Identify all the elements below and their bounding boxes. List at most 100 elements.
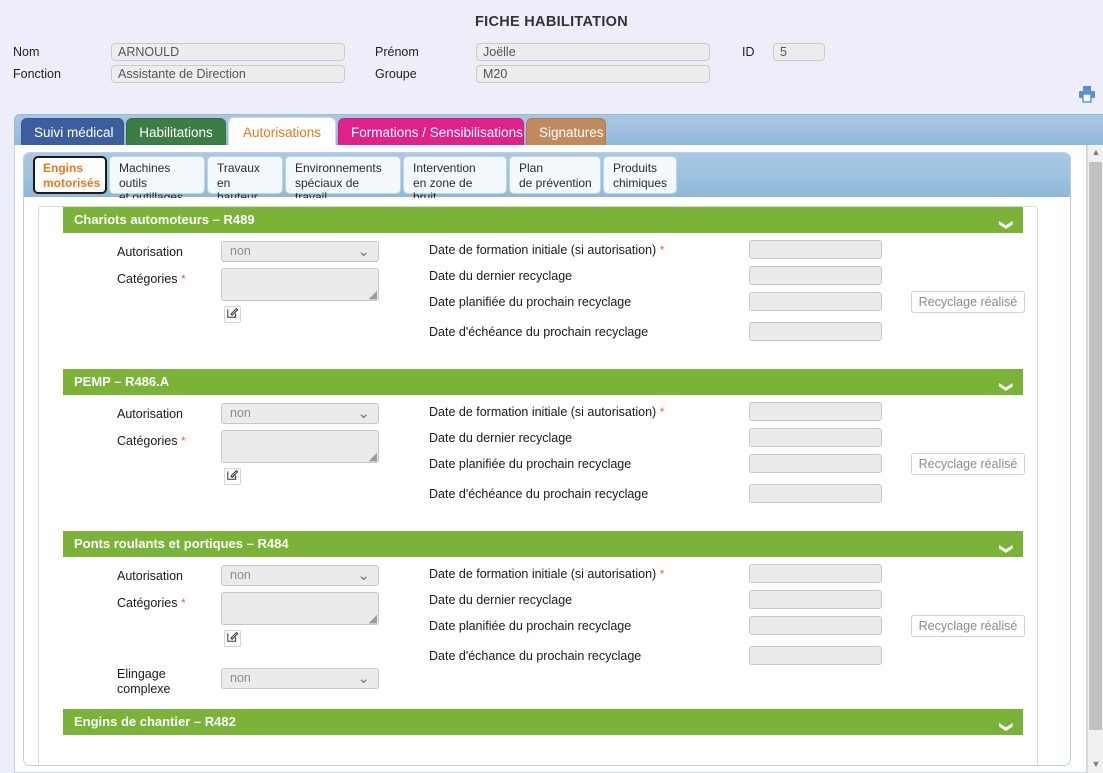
label-date-last: Date du dernier recyclage <box>429 269 572 283</box>
chevron-down-icon[interactable]: ❯ <box>993 722 1019 733</box>
categories-textarea[interactable]: ◢ <box>221 430 379 463</box>
fonction-field[interactable]: Assistante de Direction <box>111 65 345 83</box>
elingage-complexe-select[interactable]: non ⌄ <box>221 668 379 689</box>
recyclage-realise-button[interactable]: Recyclage réalisé <box>911 615 1025 637</box>
sub-tab-line1: Machines outils <box>119 161 171 190</box>
categories-textarea[interactable]: ◢ <box>221 268 379 301</box>
edit-categories-icon[interactable] <box>224 468 241 485</box>
main-tab-0[interactable]: Suivi médical <box>21 118 124 147</box>
chevron-down-icon[interactable]: ❯ <box>993 382 1019 393</box>
section-title: PEMP – R486.A <box>74 374 170 389</box>
chevron-down-icon[interactable]: ❯ <box>993 220 1019 231</box>
date-initial-input[interactable] <box>749 240 882 259</box>
label-prenom: Prénom <box>375 45 419 59</box>
label-date-last-text: Date du dernier recyclage <box>429 431 573 445</box>
sub-tab-6[interactable]: Produits chimiques <box>603 156 677 194</box>
date-due-input[interactable] <box>749 322 882 341</box>
sub-tab-line1: Plan <box>519 161 544 175</box>
required-asterisk: * <box>659 405 665 419</box>
content-panel: Engins motorisés Machines outils et outilla… <box>14 145 1087 773</box>
label-autorisation: Autorisation <box>117 407 183 421</box>
autorisation-select-value: non <box>230 406 251 420</box>
page-scrollbar[interactable]: ▲ ▼ <box>1087 145 1103 773</box>
sub-tab-0[interactable]: Engins motorisés <box>33 156 107 194</box>
categories-textarea[interactable]: ◢ <box>221 592 379 625</box>
section-header-1[interactable]: PEMP – R486.A ❯ <box>63 369 1023 395</box>
sub-tab-2[interactable]: Travaux en hauteur <box>207 156 283 204</box>
sub-tab-1[interactable]: Machines outils et outillages <box>109 156 205 204</box>
section-header-0[interactable]: Chariots automoteurs – R489 ❯ <box>63 207 1023 233</box>
main-tab-3[interactable]: Formations / Sensibilisations <box>338 118 524 147</box>
page-scroll-thumb[interactable] <box>1089 162 1102 730</box>
label-date-last-text: Date du dernier recyclage <box>429 593 573 607</box>
label-categories: Catégories * <box>117 596 186 610</box>
date-last-input[interactable] <box>749 428 882 447</box>
chevron-down-icon[interactable]: ⌄ <box>357 404 370 424</box>
label-elingage-line1: Elingage <box>117 667 166 681</box>
autorisation-select[interactable]: non ⌄ <box>221 403 379 424</box>
edit-categories-icon[interactable] <box>224 630 241 647</box>
printer-icon[interactable] <box>1077 85 1097 103</box>
date-initial-input[interactable] <box>749 564 882 583</box>
date-planned-input[interactable] <box>749 292 882 311</box>
label-date-initial-text: Date de formation initiale (si autorisat… <box>429 243 657 257</box>
label-date-last: Date du dernier recyclage <box>429 593 572 607</box>
date-due-input[interactable] <box>749 646 882 665</box>
label-date-last-text: Date du dernier recyclage <box>429 269 573 283</box>
resize-grip-icon[interactable]: ◢ <box>369 290 377 301</box>
label-date-initial: Date de formation initiale (si autorisat… <box>429 567 664 581</box>
page-scroll-up-arrow[interactable]: ▲ <box>1088 145 1103 161</box>
id-field[interactable]: 5 <box>773 43 825 61</box>
label-categories-text: Catégories <box>117 434 178 448</box>
date-due-input[interactable] <box>749 484 882 503</box>
groupe-field[interactable]: M20 <box>476 65 710 83</box>
label-autorisation: Autorisation <box>117 245 183 259</box>
date-last-input[interactable] <box>749 590 882 609</box>
label-date-planned: Date planifiée du prochain recyclage <box>429 295 631 309</box>
recyclage-realise-button[interactable]: Recyclage réalisé <box>911 453 1025 475</box>
chevron-down-icon[interactable]: ⌄ <box>357 566 370 586</box>
resize-grip-icon[interactable]: ◢ <box>369 452 377 463</box>
autorisation-select[interactable]: non ⌄ <box>221 241 379 262</box>
section-body-0: Autorisation non ⌄ Catégories * ◢ Date de for… <box>63 233 1025 355</box>
label-categories: Catégories * <box>117 272 186 286</box>
main-tab-2[interactable]: Autorisations <box>228 117 336 148</box>
sub-tab-line2: de prévention <box>519 175 592 190</box>
section-title: Chariots automoteurs – R489 <box>74 212 255 227</box>
recyclage-realise-button[interactable]: Recyclage réalisé <box>911 291 1025 313</box>
chevron-down-icon[interactable]: ⌄ <box>357 669 370 689</box>
autorisation-select[interactable]: non ⌄ <box>221 565 379 586</box>
sub-tab-line2: motorisés <box>43 175 101 190</box>
date-last-input[interactable] <box>749 266 882 285</box>
section-2: Ponts roulants et portiques – R484 ❯ Autor… <box>63 531 1025 705</box>
nom-field[interactable]: ARNOULD <box>111 43 345 61</box>
main-tab-4[interactable]: Signatures <box>526 118 606 147</box>
chevron-down-icon[interactable]: ❯ <box>993 544 1019 555</box>
label-elingage-line2: complexe <box>117 682 171 696</box>
page-scroll-down-arrow[interactable]: ▼ <box>1088 757 1103 773</box>
main-tab-1[interactable]: Habilitations <box>126 118 226 147</box>
label-categories-text: Catégories <box>117 596 178 610</box>
section-header-3[interactable]: Engins de chantier – R482 ❯ <box>63 709 1023 735</box>
label-autorisation: Autorisation <box>117 569 183 583</box>
sub-tab-3[interactable]: Environnements spéciaux de travail <box>285 156 401 204</box>
section-body-1: Autorisation non ⌄ Catégories * ◢ Date de for… <box>63 395 1025 517</box>
required-asterisk: * <box>659 243 665 257</box>
label-groupe: Groupe <box>375 67 417 81</box>
sub-tab-4[interactable]: Intervention en zone de bruit <box>403 156 507 204</box>
resize-grip-icon[interactable]: ◢ <box>369 614 377 625</box>
label-date-due: Date d'échéance du prochain recyclage <box>429 487 648 501</box>
date-initial-input[interactable] <box>749 402 882 421</box>
label-date-due-text: Date d'échéance du prochain recyclage <box>429 325 649 339</box>
date-planned-input[interactable] <box>749 454 882 473</box>
label-date-planned-text: Date planifiée du prochain recyclage <box>429 457 632 471</box>
fiche-habilitation-page: FICHE HABILITATION Nom ARNOULD Fonction … <box>0 0 1103 773</box>
prenom-field[interactable]: Joëlle <box>476 43 710 61</box>
chevron-down-icon[interactable]: ⌄ <box>357 242 370 262</box>
label-date-due-text: Date d'échéance du prochain recyclage <box>429 487 649 501</box>
edit-categories-icon[interactable] <box>224 306 241 323</box>
label-autorisation-text: Autorisation <box>117 407 184 421</box>
sub-tab-5[interactable]: Plan de prévention <box>509 156 601 194</box>
date-planned-input[interactable] <box>749 616 882 635</box>
section-header-2[interactable]: Ponts roulants et portiques – R484 ❯ <box>63 531 1023 557</box>
